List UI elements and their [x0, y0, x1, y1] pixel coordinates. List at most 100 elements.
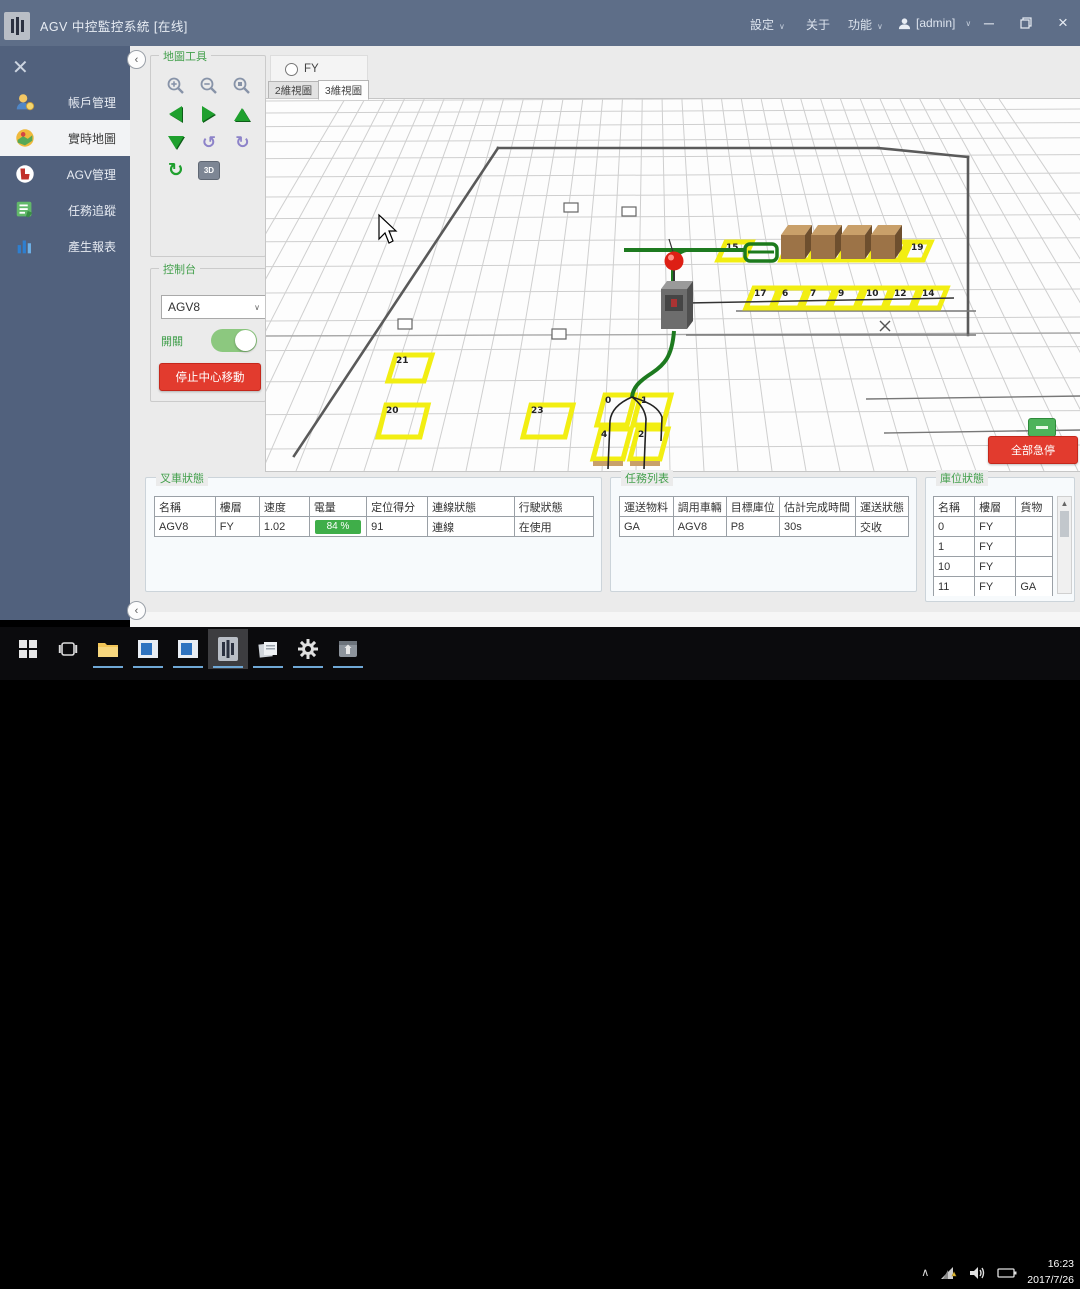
speaker-icon[interactable] [969, 1265, 987, 1281]
follow-toggle[interactable] [211, 329, 257, 352]
menu-settings[interactable]: 設定∨ [750, 16, 785, 33]
3d-mode-icon[interactable]: 3D [197, 158, 221, 182]
column-header[interactable]: 估計完成時間 [779, 497, 855, 517]
maximize-button[interactable] [1012, 12, 1040, 34]
table-row[interactable]: 0FY [934, 517, 1053, 537]
storage-status-table: 名稱樓層貨物0FY1FY10FY11FYGA12FY [933, 496, 1053, 596]
table-row[interactable]: GAAGV8P830s交收 [620, 517, 909, 537]
minimize-button[interactable]: ─ [975, 12, 1003, 34]
cargo-box [871, 225, 902, 259]
radio-icon[interactable] [285, 63, 298, 76]
pan-right-icon[interactable] [197, 102, 221, 126]
sidebar-menu: 帳戶管理實時地圖 AGV管理任務追蹤產生報表 [0, 84, 130, 264]
storage-cell-label: 14 [922, 289, 935, 299]
table-cell: FY [975, 517, 1016, 537]
storage-cell-label: 12 [894, 289, 907, 299]
pan-up-icon[interactable] [230, 102, 254, 126]
menu-functions[interactable]: 功能∨ [848, 16, 883, 33]
archive-app-button[interactable] [328, 629, 368, 669]
agv-app-button[interactable] [208, 629, 248, 669]
user-menu[interactable]: [admin]∨ [898, 16, 971, 30]
column-header[interactable]: 樓層 [975, 497, 1016, 517]
table-cell: FY [215, 517, 259, 537]
table-row[interactable]: AGV8FY1.0284 %91連線在使用 [155, 517, 594, 537]
settings-gear-button[interactable] [288, 629, 328, 669]
table-row[interactable]: 10FY [934, 557, 1053, 577]
taskbar-clock[interactable]: 16:23 2017/7/26 [1027, 1257, 1074, 1289]
column-header[interactable]: 調用車輛 [673, 497, 726, 517]
clock-time: 16:23 [1027, 1257, 1074, 1273]
sidebar-item-tasks[interactable]: 任務追蹤 [0, 192, 130, 228]
task-view-button[interactable] [48, 629, 88, 669]
collapse-sidebar-button[interactable]: ‹ [127, 50, 146, 69]
tray-expand-icon[interactable]: ∧ [921, 1266, 929, 1279]
storage-cell[interactable] [630, 429, 668, 459]
rotate-ccw-icon[interactable]: ↺ [197, 130, 221, 154]
column-header[interactable]: 定位得分 [367, 497, 428, 517]
emergency-stop-all-button[interactable]: 全部急停 [988, 436, 1078, 464]
chevron-down-icon: ∨ [965, 19, 971, 28]
column-header[interactable]: 速度 [259, 497, 309, 517]
sidebar-item-label: 實時地圖 [68, 130, 116, 147]
close-button[interactable]: × [1049, 12, 1077, 34]
storage-cell[interactable] [593, 429, 631, 459]
app-window-1-button[interactable] [128, 629, 168, 669]
column-header[interactable]: 目標庫位 [726, 497, 779, 517]
column-header[interactable]: 運送狀態 [855, 497, 908, 517]
storage-scrollbar[interactable]: ▲ [1057, 496, 1072, 594]
column-header[interactable]: 行駛狀態 [514, 497, 593, 517]
forklift-status-table: 名稱樓層速度電量定位得分連線狀態行駛狀態AGV8FY1.0284 %91連線在使… [154, 496, 594, 537]
pan-down-icon[interactable] [164, 130, 188, 154]
sidebar-item-user[interactable]: 帳戶管理 [0, 84, 130, 120]
start-button[interactable] [8, 629, 48, 669]
battery-icon[interactable] [997, 1267, 1017, 1279]
reset-view-icon[interactable]: ↻ [164, 158, 188, 182]
column-header[interactable]: 電量 [309, 497, 366, 517]
sidebar-close-icon[interactable]: ✕ [12, 58, 29, 78]
estop-minimize-icon[interactable] [1028, 418, 1056, 437]
storage-cell-label: 9 [838, 289, 844, 299]
storage-cell-label: 0 [605, 396, 611, 406]
column-header[interactable]: 運送物料 [620, 497, 674, 517]
table-row[interactable]: 11FYGA [934, 577, 1053, 597]
pan-left-icon[interactable] [164, 102, 188, 126]
column-header[interactable]: 樓層 [215, 497, 259, 517]
zoom-in-icon[interactable] [164, 74, 188, 98]
column-header[interactable]: 貨物 [1016, 497, 1053, 517]
hscroll-left-button[interactable]: ‹ [127, 601, 146, 620]
storage-cell-label: 2 [638, 430, 644, 440]
panel-title: 控制台 [159, 261, 200, 277]
table-cell [1016, 557, 1053, 577]
file-explorer-button[interactable] [88, 629, 128, 669]
toggle-label: 開關 [161, 333, 183, 349]
column-header[interactable]: 名稱 [934, 497, 975, 517]
sidebar: ✕ 帳戶管理實時地圖 AGV管理任務追蹤產生報表 [0, 46, 130, 620]
warehouse-3d-map[interactable]: 1519176791012142120230142 [265, 98, 1080, 472]
sidebar-item-report[interactable]: 產生報表 [0, 228, 130, 264]
agv-select-dropdown[interactable]: AGV8 ∨ [161, 295, 267, 319]
tab-3d-view[interactable]: 3維視圖 [318, 80, 369, 100]
cargo-box [841, 225, 872, 259]
app-window-2-button[interactable] [168, 629, 208, 669]
network-icon[interactable] [939, 1265, 959, 1281]
zoom-out-icon[interactable] [197, 74, 221, 98]
scroll-up-icon[interactable]: ▲ [1058, 497, 1071, 510]
floor-radio-label: FY [304, 63, 319, 75]
menu-about[interactable]: 关于 [806, 16, 830, 33]
window-title: AGV 中控監控系統 [在线] [40, 16, 188, 35]
column-header[interactable]: 名稱 [155, 497, 216, 517]
scroll-thumb[interactable] [1060, 511, 1069, 537]
sidebar-item-map[interactable]: 實時地圖 [0, 120, 130, 156]
storage-cell-label: 10 [866, 289, 879, 299]
table-row[interactable]: 1FY [934, 537, 1053, 557]
stop-center-move-button[interactable]: 停止中心移動 [159, 363, 261, 391]
documents-app-button[interactable] [248, 629, 288, 669]
rotate-cw-icon[interactable]: ↻ [230, 130, 254, 154]
storage-cell-label: 6 [782, 289, 788, 299]
sidebar-item-agv[interactable]: AGV管理 [0, 156, 130, 192]
column-header[interactable]: 連線狀態 [428, 497, 515, 517]
zoom-fit-icon[interactable] [230, 74, 254, 98]
table-cell: 交收 [855, 517, 908, 537]
floor-selector[interactable]: FY [270, 55, 368, 83]
storage-cell[interactable] [597, 395, 635, 425]
